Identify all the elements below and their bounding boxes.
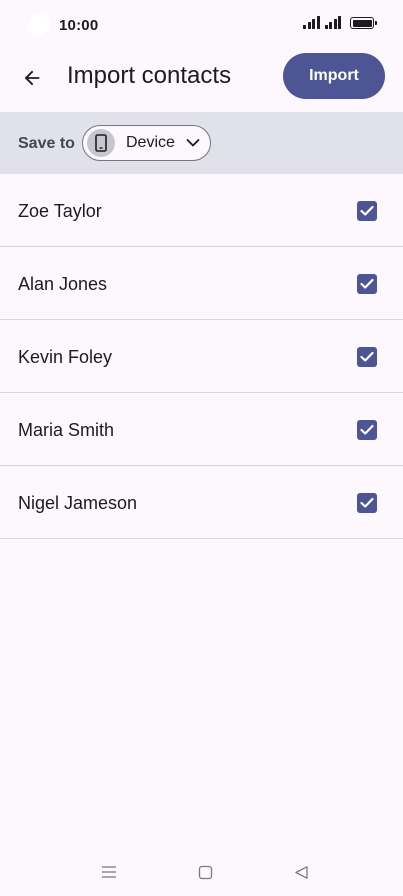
- contact-list: Zoe Taylor Alan Jones Kevin Foley Maria …: [0, 174, 403, 539]
- arrow-back-icon: [24, 70, 40, 86]
- status-bar: 10:00: [0, 0, 403, 52]
- page-title: Import contacts: [67, 62, 232, 89]
- top-app-bar: Import contacts Import: [0, 52, 403, 112]
- import-contacts-screen: 10:00 Import contacts Import Save to Dev…: [0, 0, 403, 896]
- check-icon: [360, 497, 374, 508]
- contact-checkbox[interactable]: [357, 201, 377, 221]
- contact-checkbox[interactable]: [357, 274, 377, 294]
- contact-name: Alan Jones: [18, 274, 108, 294]
- triangle-back-icon: [294, 865, 308, 879]
- nav-recents-button[interactable]: [97, 862, 121, 882]
- contact-name: Kevin Foley: [18, 347, 113, 367]
- back-button[interactable]: [12, 58, 52, 98]
- save-location-dropdown[interactable]: Device: [82, 125, 211, 161]
- contact-checkbox[interactable]: [357, 420, 377, 440]
- battery-icon: [350, 17, 377, 29]
- device-avatar: [87, 129, 115, 157]
- contact-name: Maria Smith: [18, 420, 115, 440]
- contact-row[interactable]: Maria Smith: [0, 393, 403, 466]
- signal-icon-2: [324, 16, 341, 29]
- import-button[interactable]: Import: [283, 53, 385, 99]
- menu-lines-icon: [102, 866, 116, 878]
- system-nav-bar: [0, 848, 403, 896]
- square-icon: [198, 865, 212, 879]
- contact-row[interactable]: Alan Jones: [0, 247, 403, 320]
- save-to-bar: Save to Device: [0, 112, 403, 174]
- check-icon: [360, 278, 374, 289]
- contact-checkbox[interactable]: [357, 347, 377, 367]
- signal-icon: [303, 16, 320, 29]
- contact-name: Nigel Jameson: [18, 493, 138, 513]
- contact-row[interactable]: Zoe Taylor: [0, 174, 403, 247]
- status-bubble: [28, 14, 50, 36]
- check-icon: [360, 424, 374, 435]
- contact-checkbox[interactable]: [357, 493, 377, 513]
- contact-name: Zoe Taylor: [18, 201, 102, 221]
- status-time: 10:00: [59, 17, 99, 34]
- status-icons: [303, 16, 377, 29]
- contact-row[interactable]: Kevin Foley: [0, 320, 403, 393]
- contact-row[interactable]: Nigel Jameson: [0, 466, 403, 539]
- phone-icon: [95, 134, 107, 152]
- nav-back-button[interactable]: [289, 862, 313, 882]
- chevron-down-icon: [186, 138, 200, 148]
- save-to-label: Save to: [18, 135, 75, 152]
- nav-home-button[interactable]: [193, 862, 217, 882]
- check-icon: [360, 205, 374, 216]
- check-icon: [360, 351, 374, 362]
- save-location-value: Device: [126, 134, 175, 151]
